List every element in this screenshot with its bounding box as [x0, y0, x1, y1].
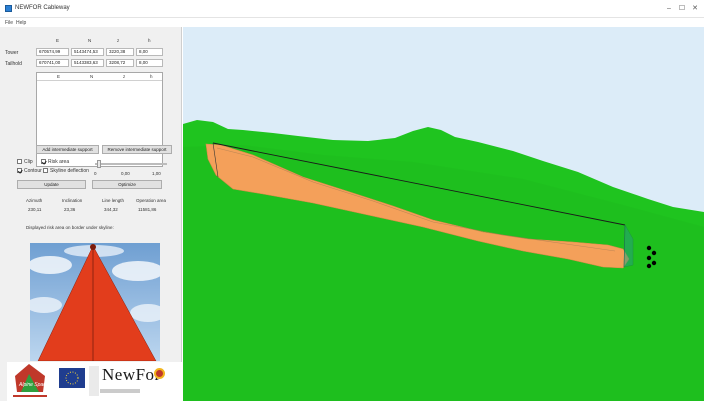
tower-n-field[interactable]: 5143474,53: [71, 48, 104, 56]
tailhold-label: Tailhold: [5, 61, 22, 67]
minimize-button[interactable]: –: [664, 4, 674, 13]
newfor-logo-icon: [154, 368, 165, 379]
tailhold-h-field[interactable]: 8,00: [136, 59, 163, 67]
clip-checkbox[interactable]: [17, 159, 22, 164]
menu-bar: File Help: [0, 19, 704, 27]
inclination-label: Inclination: [62, 198, 83, 203]
terrain-scene: [183, 27, 704, 401]
slider-mid-label: 0,00: [121, 171, 130, 176]
add-support-button[interactable]: Add intermediate support: [36, 145, 99, 154]
menu-help[interactable]: Help: [16, 20, 26, 26]
supports-header-divider: [37, 80, 162, 81]
slider-max-label: 1,00: [152, 171, 161, 176]
skyline-preview: [26, 243, 166, 362]
coord-header-z: z: [117, 38, 120, 43]
skyline-deflection-label: Skyline deflection: [50, 168, 89, 174]
tower-e-field[interactable]: 670574,99: [36, 48, 69, 56]
skyline-preview-graphic: [26, 243, 166, 362]
logo-area: Alpine Space NewFor: [7, 362, 182, 401]
operation-area-label: Operation area: [136, 198, 167, 203]
anchor-point: [646, 245, 652, 251]
anchor-point: [646, 255, 652, 261]
tailhold-n-field[interactable]: 5143383,63: [71, 59, 104, 67]
tower-h-field[interactable]: 8,00: [136, 48, 163, 56]
app-icon: [5, 5, 12, 12]
coord-header-h: h: [148, 38, 151, 43]
clip-label: Clip: [24, 159, 33, 165]
line-length-value: 344,32: [104, 207, 118, 212]
tower-label: Tower: [5, 50, 19, 56]
line-length-label: Line length: [102, 198, 125, 203]
risk-area-label: Risk area: [48, 159, 70, 165]
risk-area-checkbox[interactable]: [41, 159, 46, 164]
optimize-button[interactable]: Optimize: [92, 180, 162, 189]
3d-terrain-view[interactable]: [183, 27, 704, 401]
slider-min-label: 0: [94, 171, 97, 176]
supports-header-e: E: [57, 74, 61, 79]
risk-slider-track[interactable]: [95, 163, 167, 165]
coord-header-n: N: [88, 38, 92, 43]
coord-header-e: E: [56, 38, 60, 43]
skyline-deflection-checkbox[interactable]: [43, 168, 48, 173]
operation-area-value: 11581,86: [138, 207, 157, 212]
footer-strip: [100, 389, 140, 393]
anchor-point: [646, 263, 652, 269]
contour-checkbox[interactable]: [17, 168, 22, 173]
risk-slider-thumb[interactable]: [96, 160, 101, 168]
supports-header-n: N: [90, 74, 94, 79]
update-button[interactable]: Update: [17, 180, 86, 189]
azimuth-value: 230,11: [28, 207, 42, 212]
risk-info-text: Displayed risk area on border under skyl…: [26, 225, 114, 230]
menu-file[interactable]: File: [5, 20, 13, 26]
maximize-button[interactable]: ☐: [677, 4, 687, 13]
remove-support-button[interactable]: Remove intermediate support: [102, 145, 172, 154]
inclination-value: 23,36: [64, 207, 76, 212]
tailhold-z-field[interactable]: 3208,72: [106, 59, 134, 67]
title-bar: NEWFOR Cableway – ☐ ✕: [0, 0, 704, 18]
anchor-point: [651, 250, 657, 256]
azimuth-label: Azimuth: [26, 198, 43, 203]
tower-z-field[interactable]: 3220,38: [106, 48, 134, 56]
close-button[interactable]: ✕: [690, 4, 700, 13]
anchor-point: [651, 260, 657, 266]
contour-label: Contour: [24, 168, 42, 174]
supports-header-z: z: [123, 74, 126, 79]
supports-header-h: h: [150, 74, 153, 79]
alpine-space-text: Alpine Space: [18, 382, 49, 388]
newfor-logo-text: NewFor: [102, 365, 161, 384]
window-title: NEWFOR Cableway: [15, 5, 70, 11]
tailhold-e-field[interactable]: 670741,00: [36, 59, 69, 67]
